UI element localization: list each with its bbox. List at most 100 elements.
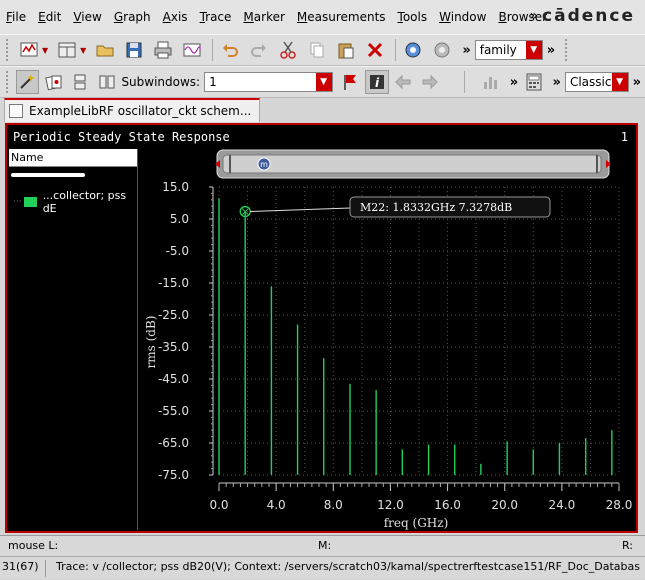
menu-mnemonic: M [243,10,254,24]
zoom-scrollbar[interactable]: m [215,149,611,179]
menu-label-rest: raph [123,10,151,24]
chevron-down-icon[interactable]: ▼ [315,73,332,91]
waveform-viewer-window: File Edit View Graph Axis Trace Marker Measurem… [0,0,645,580]
menu-graph[interactable]: Graph [114,10,151,24]
toolbar-grip-icon[interactable] [565,39,571,61]
menu-mnemonic: G [113,10,124,24]
menu-label-rest: xis [170,10,188,24]
legend-entry[interactable]: ··· ...collector; pss dE [13,189,137,215]
more-tools-icon[interactable]: » [547,43,555,58]
menu-measurements[interactable]: Measurements [297,10,386,24]
y-tick-label: -15.0 [158,276,189,290]
stack-rows-icon[interactable] [69,70,92,94]
menu-label-rest: indow [450,10,487,24]
y-tick-label: -75.0 [158,468,189,482]
menu-marker[interactable]: Marker [243,10,284,24]
menu-edit[interactable]: Edit [38,10,61,24]
subwindows-select[interactable]: 1 ▼ [204,72,333,92]
copy-icon[interactable] [304,38,330,62]
y-tick-label: -65.0 [158,436,189,450]
graph-window[interactable]: Periodic Steady State Response 1 Name ··… [5,123,638,533]
cut-icon[interactable] [275,38,301,62]
menu-window[interactable]: Window [439,10,486,24]
menu-view[interactable]: View [73,10,101,24]
x-tick-label: 28.0 [606,498,633,512]
open-folder-icon[interactable] [92,38,118,62]
more-tools-icon[interactable]: » [633,75,641,90]
y-tick-label: -35.0 [158,340,189,354]
waveform-icon[interactable] [179,38,205,62]
zoom-fit-icon[interactable] [400,38,426,62]
menu-file[interactable]: File [6,10,26,24]
zoom-reset-icon[interactable] [429,38,455,62]
wand-icon[interactable] [15,70,40,94]
undo-icon[interactable] [217,38,243,62]
toolbar-grip-icon[interactable] [6,71,12,93]
dropdown-arrow-icon[interactable]: ▼ [42,46,48,55]
calculator-icon[interactable] [522,70,545,94]
y-tick-label: -25.0 [158,308,189,322]
stack-columns-icon[interactable] [95,70,118,94]
arrow-right-icon[interactable] [418,70,441,94]
subwindow-layout-icon[interactable] [54,38,80,62]
subwindows-select-value: 1 [209,75,217,89]
graph-title: Periodic Steady State Response [13,130,230,144]
info-icon[interactable]: i [364,70,389,94]
save-icon[interactable] [121,38,147,62]
trace-counter: 31(67) [2,560,46,577]
style-select-value: Classic [569,75,612,89]
menu-label-rest: ools [402,10,428,24]
more-tools-icon[interactable]: » [510,75,518,90]
style-select[interactable]: Classic ▼ [564,72,629,92]
menu-label-rest: easurements [307,10,386,24]
overflow-chevron-icon[interactable]: » [529,8,538,24]
main-toolbar: ▼ ▼ » family ▼ » [0,34,645,66]
print-icon[interactable] [150,38,176,62]
plot-area[interactable]: m 15.0 5.0 -5.0 -15.0 -25.0 -35.0 -45.0 -55.0 -6… [137,147,635,531]
mouse-middle-status: M: [318,539,332,552]
chevron-down-icon[interactable]: ▼ [525,41,542,59]
menu-label-rest: dit [45,10,62,24]
menu-trace[interactable]: Trace [200,10,232,24]
flag-icon[interactable] [339,70,362,94]
menu-axis[interactable]: Axis [163,10,188,24]
y-tick-label: 5.0 [170,212,189,226]
delete-icon[interactable] [362,38,388,62]
menu-label-rest: ile [12,10,27,24]
cards-icon[interactable] [42,70,65,94]
tab-bar: ExampleLibRF oscillator_ckt schem... [0,98,645,122]
legend-header[interactable]: Name [9,149,137,167]
family-select[interactable]: family ▼ [474,40,543,60]
y-tick-label: -45.0 [158,372,189,386]
new-window-icon[interactable] [16,38,42,62]
y-axis-label: rms (dB) [144,316,158,369]
trace-context: Trace: v /collector; pss dB20(V); Contex… [56,560,640,573]
redo-icon[interactable] [246,38,272,62]
menu-label-rest: race [205,10,232,24]
bar-chart-icon[interactable] [479,70,502,94]
legend-entry-label: ...collector; pss dE [42,189,127,215]
arrow-left-icon[interactable] [392,70,415,94]
separator [212,39,214,61]
separator [464,71,466,93]
more-tools-icon[interactable]: » [462,43,470,58]
tab-schematic[interactable]: ExampleLibRF oscillator_ckt schem... [4,98,260,122]
x-tick-label: 24.0 [548,498,575,512]
x-tick-label: 20.0 [491,498,518,512]
x-tick-label: 8.0 [324,498,343,512]
y-tick-label: -55.0 [158,404,189,418]
y-tick-label: 15.0 [162,180,189,194]
mouse-right-status: R: [622,539,634,552]
dropdown-arrow-icon[interactable]: ▼ [80,46,86,55]
chart-svg[interactable]: m 15.0 5.0 -5.0 -15.0 -25.0 -35.0 -45.0 -55.0 -6… [137,147,635,531]
toolbar-grip-icon[interactable] [6,39,12,61]
chevron-down-icon[interactable]: ▼ [611,73,628,91]
menu-mnemonic: B [498,10,507,24]
paste-icon[interactable] [333,38,359,62]
more-tools-icon[interactable]: » [553,75,561,90]
menu-mnemonic: A [162,10,171,24]
cadence-logo: » cādence [529,6,635,26]
menu-mnemonic: M [296,10,308,24]
menu-tools[interactable]: Tools [398,10,428,24]
menu-label-rest: arker [253,10,285,24]
